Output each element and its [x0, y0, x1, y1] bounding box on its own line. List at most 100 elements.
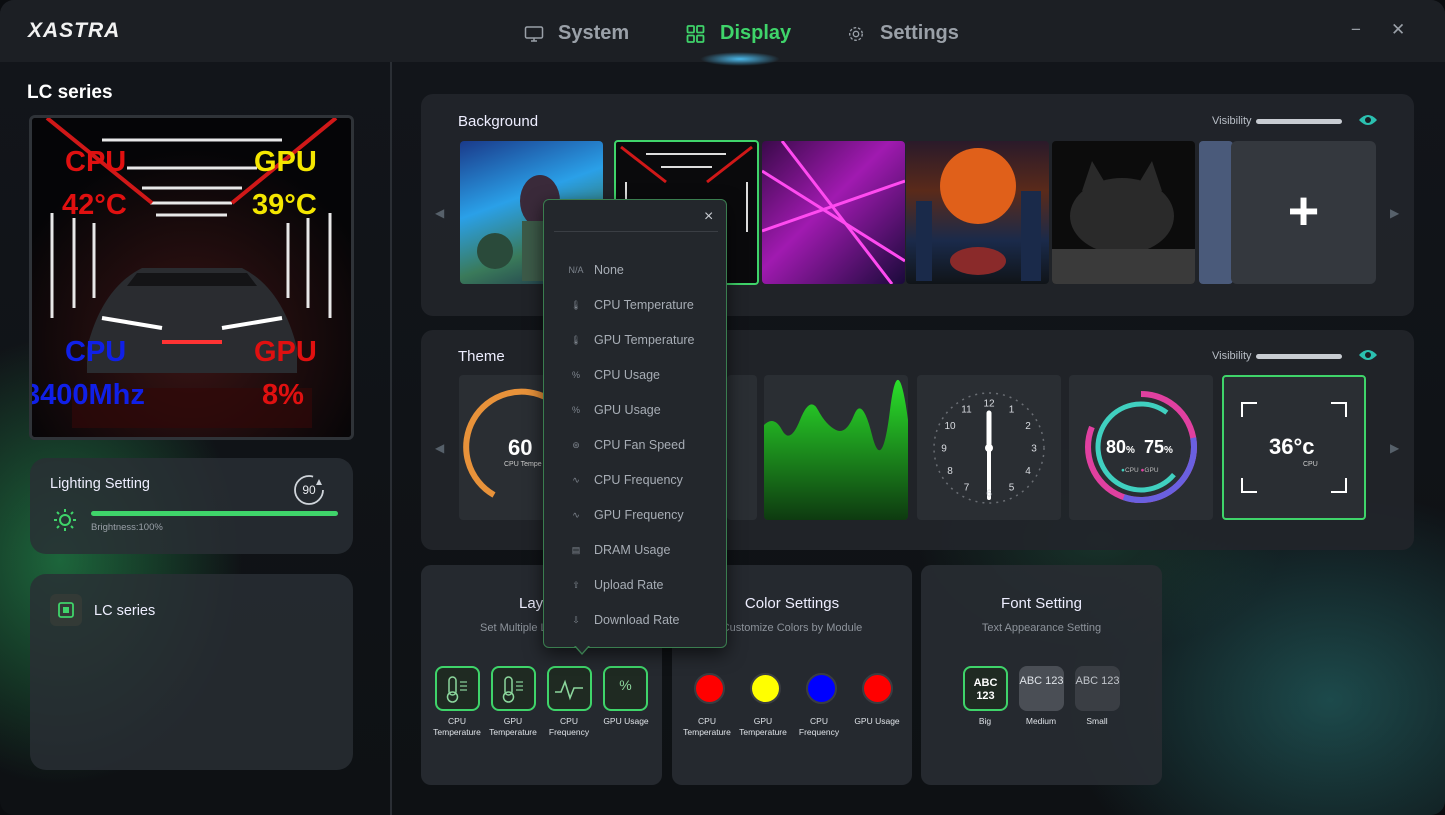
rotation-button[interactable]: 90: [292, 473, 326, 507]
dropdown-close-button[interactable]: ×: [704, 208, 713, 226]
upload-icon: ⇧: [572, 579, 580, 590]
dropdown-item-none[interactable]: N/A None: [566, 260, 624, 280]
clock-number-10: 10: [944, 421, 956, 432]
ring-gpu-unit: %: [1164, 445, 1173, 456]
dropdown-item-gpu-frequency[interactable]: ∿ GPU Frequency: [566, 505, 684, 525]
clock-number-3: 3: [1031, 444, 1037, 455]
temp-value: 36°c: [1269, 434, 1315, 459]
dropdown-item-label: Upload Rate: [594, 578, 664, 592]
font-setting-subtitle: Text Appearance Setting: [981, 622, 1102, 634]
gauge-value: 60: [508, 435, 533, 460]
dropdown-item-label: Download Rate: [594, 613, 680, 627]
close-button[interactable]: ✕: [1391, 20, 1405, 40]
background-thumb-partial[interactable]: [1199, 141, 1233, 284]
dropdown-item-cpu-temperature[interactable]: 🌡 CPU Temperature: [566, 295, 694, 315]
background-thumb-city[interactable]: [906, 141, 1049, 284]
background-visibility-label: Visibility: [1212, 115, 1252, 127]
device-title: LC series: [27, 82, 113, 103]
rotation-value: 90: [302, 483, 316, 497]
background-title: Background: [458, 113, 539, 130]
dropdown-item-gpu-usage[interactable]: % GPU Usage: [566, 400, 661, 420]
clock-number-12: 12: [983, 399, 995, 410]
dropdown-item-label: GPU Frequency: [594, 508, 684, 522]
dropdown-item-label: None: [594, 263, 624, 277]
dropdown-item-cpu-frequency[interactable]: ∿ CPU Frequency: [566, 470, 683, 490]
tab-settings-label: Settings: [880, 22, 959, 44]
font-size-big-button[interactable]: ABC 123: [963, 666, 1008, 711]
eye-icon[interactable]: [1358, 113, 1378, 127]
theme-visibility-slider[interactable]: [1256, 354, 1342, 359]
preview-gpu-usage: 8%: [262, 379, 304, 411]
svg-text:%: %: [619, 677, 631, 693]
layout-gpu-temperature-button[interactable]: [491, 666, 536, 711]
font-size-medium-button[interactable]: ABC 123: [1019, 666, 1064, 711]
cpu-thermometer-icon: [446, 676, 467, 703]
theme-area-graph[interactable]: [764, 375, 908, 520]
dropdown-item-dram-usage[interactable]: ▤ DRAM Usage: [566, 540, 671, 560]
tab-system-label: System: [558, 22, 630, 44]
theme-gauge[interactable]: 60 CPU Tempe: [459, 375, 549, 520]
brightness-slider[interactable]: [91, 511, 338, 516]
theme-title: Theme: [458, 348, 505, 365]
minimize-button[interactable]: −: [1351, 20, 1361, 40]
tab-display[interactable]: Display: [686, 22, 791, 45]
gear-icon: [849, 26, 863, 41]
device-list-item-lc-series[interactable]: LC series: [94, 603, 155, 619]
app-logo: XASTRA: [28, 19, 121, 42]
background-next-arrow[interactable]: ▶: [1390, 206, 1399, 220]
grid-icon: [686, 24, 705, 43]
preview-cpu-label: CPU: [65, 146, 127, 178]
color-swatch-gpu-temperature[interactable]: [750, 673, 781, 704]
dropdown-item-upload-rate[interactable]: ⇧ Upload Rate: [566, 575, 664, 595]
theme-analog-clock[interactable]: 12 1 2 3 4 5 6 7 8 9 10 11: [917, 375, 1061, 520]
font-label-big: Big: [978, 716, 992, 726]
preview-gpu-label2: GPU: [254, 336, 317, 368]
font-size-small-button[interactable]: ABC 123: [1075, 666, 1120, 711]
theme-dual-ring[interactable]: 80% 75% ●CPU ●GPU: [1069, 375, 1213, 520]
clock-number-9: 9: [941, 444, 947, 455]
preview-cpu-temp: 42°C: [62, 189, 127, 221]
color-swatch-gpu-usage[interactable]: [862, 673, 893, 704]
ring-gpu-value: 75%: [1144, 437, 1173, 458]
font-sample-big: ABC 123: [973, 677, 998, 702]
dropdown-item-download-rate[interactable]: ⇩ Download Rate: [566, 610, 679, 630]
tab-settings[interactable]: Settings: [846, 22, 959, 45]
dropdown-item-cpu-usage[interactable]: % CPU Usage: [566, 365, 660, 385]
gpu-thermometer-icon: [502, 676, 523, 703]
background-visibility-slider[interactable]: [1256, 119, 1342, 124]
lighting-setting-card: Lighting Setting 90 Brightness:100%: [30, 458, 353, 554]
na-icon: N/A: [568, 265, 584, 275]
clock-face: 12 12 345 6 789 10 11: [933, 392, 1045, 504]
tab-system[interactable]: System: [524, 22, 629, 45]
dropdown-item-label: GPU Usage: [594, 403, 661, 417]
background-thumb-cat[interactable]: [1052, 141, 1195, 284]
dropdown-item-label: DRAM Usage: [594, 543, 671, 557]
color-swatch-cpu-temperature[interactable]: [694, 673, 725, 704]
theme-prev-arrow[interactable]: ◀: [435, 441, 444, 455]
dropdown-item-label: CPU Temperature: [594, 298, 694, 312]
color-label-cpu-temperature: CPU Temperature: [683, 716, 731, 737]
clock-number-4: 4: [1025, 466, 1031, 477]
layout-gpu-usage-button[interactable]: %: [603, 666, 648, 711]
font-label-medium: Medium: [1025, 716, 1057, 726]
pulse-icon: ∿: [572, 509, 580, 520]
dropdown-item-gpu-temperature[interactable]: 🌡 GPU Temperature: [566, 330, 694, 350]
theme-next-arrow[interactable]: ▶: [1390, 441, 1399, 455]
gpu-usage-icon: %: [619, 677, 631, 693]
layout-cpu-temperature-button[interactable]: [435, 666, 480, 711]
background-thumb-neon[interactable]: [762, 141, 905, 284]
add-background-button[interactable]: +: [1231, 141, 1376, 284]
tab-display-label: Display: [720, 22, 792, 44]
theme-bars-partial[interactable]: [727, 375, 757, 520]
background-prev-arrow[interactable]: ◀: [435, 206, 444, 220]
layout-label-cpu-temperature: CPU Temperature: [433, 716, 481, 737]
theme-temp-card-selected[interactable]: 36°c CPU: [1222, 375, 1366, 520]
layout-cpu-frequency-button[interactable]: [547, 666, 592, 711]
eye-icon[interactable]: [1358, 348, 1378, 362]
color-label-cpu-frequency: CPU Frequency: [798, 716, 840, 737]
dropdown-item-cpu-fan-speed[interactable]: ⊛ CPU Fan Speed: [566, 435, 685, 455]
color-swatch-cpu-frequency[interactable]: [806, 673, 837, 704]
font-setting-title: Font Setting: [1001, 595, 1082, 612]
device-list-card: LC series: [30, 574, 353, 770]
brightness-sun-icon: [54, 509, 76, 531]
